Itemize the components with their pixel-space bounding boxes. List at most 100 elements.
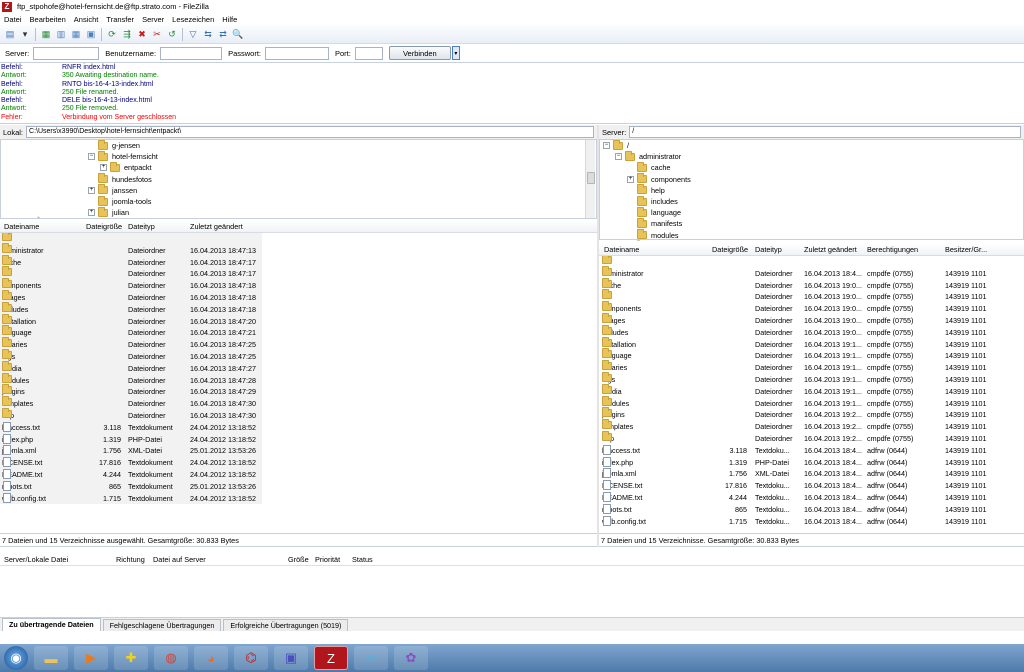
queue-tab-1[interactable]: Fehlgeschlagene Übertragungen <box>102 619 222 631</box>
start-button-icon[interactable]: ◉ <box>4 646 28 670</box>
pane-splitter[interactable] <box>597 125 599 547</box>
file-row[interactable]: index.php 1.319 PHP-Datei 16.04.2013 18:4..… <box>599 456 1014 469</box>
tree-item-julian[interactable]: + julian <box>88 206 129 218</box>
folder-row[interactable]: tmp Dateiordner 16.04.2013 18:47:30 <box>0 408 262 422</box>
expand-toggle-icon[interactable]: + <box>88 186 95 194</box>
local-tree-scrollbar[interactable] <box>585 140 595 218</box>
file-row[interactable]: joomla.xml 1.756 XML-Datei 25.01.2012 13:53… <box>0 445 262 458</box>
host-input[interactable] <box>33 46 100 60</box>
tree-item-components[interactable]: + components <box>627 173 691 185</box>
file-row[interactable]: LICENSE.txt 17.816 Textdokument 24.04.2012 … <box>0 457 262 469</box>
menu-server[interactable]: Server <box>138 15 168 24</box>
media-player-icon[interactable]: ▶ <box>74 646 108 670</box>
folder-row[interactable]: language Dateiordner 16.04.2013 19:1... cmp… <box>599 348 1014 362</box>
folder-row[interactable]: libraries Dateiordner 16.04.2013 19:1... cm… <box>599 360 1014 374</box>
queue-column-2[interactable]: Datei auf Server <box>153 555 206 564</box>
notepad-icon[interactable]: ▱ <box>354 646 388 670</box>
queue-tab-0[interactable]: Zu übertragende Dateien <box>2 618 101 631</box>
filter-icon[interactable]: ▽ <box>186 27 200 41</box>
folder-row[interactable]: .. <box>0 233 262 245</box>
folder-row[interactable]: cacheDateiordner16.04.2013 18:47:17 <box>0 254 262 269</box>
tree-item-gjensen[interactable]: g-jensen <box>88 140 140 151</box>
folder-row[interactable]: cliDateiordner16.04.2013 19:0...cmpdfe (… <box>599 289 1014 303</box>
folder-row[interactable]: language Dateiordner 16.04.2013 18:47:21 <box>0 325 262 340</box>
tree-item-administrator[interactable]: − administrator <box>615 150 681 162</box>
local-path-input[interactable]: C:\Users\x3990\Desktop\hotel-fernsicht\e… <box>26 126 594 138</box>
folder-row[interactable]: logsDateiordner16.04.2013 18:47:25 <box>0 349 262 363</box>
expand-toggle-icon[interactable]: − <box>615 153 622 161</box>
folder-row[interactable]: libraries Dateiordner 16.04.2013 18:47:25 <box>0 337 262 351</box>
folder-row[interactable]: installation Dateiordner 16.04.2013 18:47:… <box>0 313 262 328</box>
folder-row[interactable]: plugins Dateiordner 16.04.2013 19:2... cmpd… <box>599 407 1014 421</box>
folder-row[interactable]: modules Dateiordner 16.04.2013 18:47:28 <box>0 372 262 387</box>
tree-item-help[interactable]: help <box>627 184 665 196</box>
queue-column-4[interactable]: Priorität <box>315 555 340 564</box>
file-row[interactable]: LICENSE.txt 17.816 Textdoku... 16.04.2013 1… <box>599 480 1014 492</box>
file-row[interactable]: robots.txt 865 Textdoku... 16.04.2013 18:4.… <box>599 503 1014 516</box>
toggle-local-tree-icon[interactable]: ▥ <box>54 27 68 41</box>
disconnect-icon[interactable]: ✂ <box>150 27 164 41</box>
compare-icon[interactable]: ⇆ <box>201 27 215 41</box>
sync-browse-icon[interactable]: ⇄ <box>216 27 230 41</box>
expand-toggle-icon[interactable]: + <box>100 164 107 172</box>
refresh-icon[interactable]: ⟳ <box>105 27 119 41</box>
expand-toggle-icon[interactable]: − <box>88 153 95 161</box>
column-header-1[interactable]: Dateigröße <box>86 222 122 231</box>
folder-row[interactable]: modules Dateiordner 16.04.2013 19:1... cmpd… <box>599 395 1014 410</box>
column-header-5[interactable]: Besitzer/Gr... <box>945 245 987 254</box>
file-row[interactable]: README.txt 4.244 Textdoku... 16.04.2013 18:… <box>599 492 1014 504</box>
file-row[interactable]: robots.txt 865 Textdokument 25.01.2012 13:5… <box>0 480 262 493</box>
explorer-icon[interactable]: ▬ <box>34 646 68 670</box>
filezilla-icon[interactable]: Z <box>314 646 348 670</box>
folder-row[interactable]: cacheDateiordner16.04.2013 19:0...cmpdfe… <box>599 277 1014 292</box>
menu-bearbeiten[interactable]: Bearbeiten <box>26 15 70 24</box>
column-header-4[interactable]: Berechtigungen <box>867 245 918 254</box>
password-input[interactable] <box>265 46 329 60</box>
folder-row[interactable]: includes Dateiordner 16.04.2013 18:47:18 <box>0 301 262 316</box>
column-header-0[interactable]: Dateiname <box>4 222 39 231</box>
folder-row[interactable]: components Dateiordner 16.04.2013 19:0... c… <box>599 301 1014 315</box>
username-input[interactable] <box>160 46 223 60</box>
tree-item-janssen[interactable]: + janssen <box>88 184 137 196</box>
expand-toggle-icon[interactable]: + <box>627 175 634 183</box>
tree-item-hundesfotos[interactable]: hundesfotos <box>88 173 152 185</box>
cancel-icon[interactable]: ✖ <box>135 27 149 41</box>
queue-column-1[interactable]: Richtung <box>116 555 145 564</box>
file-row[interactable]: joomla.xml 1.756 XML-Datei 16.04.2013 18:4.… <box>599 468 1014 480</box>
expand-toggle-icon[interactable]: + <box>88 209 95 217</box>
folder-row[interactable]: images Dateiordner 16.04.2013 18:47:18 <box>0 290 262 304</box>
tree-item-language[interactable]: language <box>627 206 681 218</box>
file-row[interactable]: htaccess.txt 3.118 Textdokument 24.04.2012 … <box>0 421 262 434</box>
file-row[interactable]: web.config.txt 1.715 Textdoku... 16.04.2013… <box>599 515 1014 528</box>
file-row[interactable]: web.config.txt 1.715 Textdokument 24.04.201… <box>0 492 262 505</box>
folder-row[interactable]: mediaDateiordner16.04.2013 19:1...cmpdfe… <box>599 383 1014 398</box>
file-row[interactable]: index.php 1.319 PHP-Datei 24.04.2012 13:18:… <box>0 433 262 446</box>
save-disk-icon[interactable]: ▣ <box>274 646 308 670</box>
expand-toggle-icon[interactable]: − <box>603 142 610 149</box>
queue-column-0[interactable]: Server/Lokale Datei <box>4 555 68 564</box>
folder-row[interactable]: administrator Dateiordner 16.04.2013 18:47… <box>0 242 262 257</box>
tree-item-cache[interactable]: cache <box>627 161 670 173</box>
quickconnect-dropdown-icon[interactable]: ▾ <box>451 46 460 60</box>
tree-item-entpackt[interactable]: + entpackt <box>100 161 152 173</box>
search-icon[interactable]: 🔍 <box>231 27 245 41</box>
folder-row[interactable]: logsDateiordner16.04.2013 19:1...cmpdfe … <box>599 372 1014 386</box>
tree-item-modules[interactable]: modules <box>627 229 679 239</box>
toggle-log-icon[interactable]: ▦ <box>39 27 53 41</box>
menu-lesezeichen[interactable]: Lesezeichen <box>168 15 218 24</box>
site-manager-icon[interactable]: ▤ <box>3 27 17 41</box>
picasa-icon[interactable]: ✿ <box>394 646 428 670</box>
toggle-queue-icon[interactable]: ▣ <box>84 27 98 41</box>
process-queue-icon[interactable]: ⇶ <box>120 27 134 41</box>
toggle-remote-tree-icon[interactable]: ▦ <box>69 27 83 41</box>
menu-hilfe[interactable]: Hilfe <box>218 15 241 24</box>
tree-item-joomlatools[interactable]: joomla-tools <box>88 195 151 207</box>
menu-transfer[interactable]: Transfer <box>102 15 138 24</box>
folder-row[interactable]: templates Dateiordner 16.04.2013 19:2... cm… <box>599 419 1014 433</box>
tree-item-[interactable]: − / <box>603 140 629 151</box>
folder-row[interactable]: mediaDateiordner16.04.2013 18:47:27 <box>0 360 262 375</box>
remote-path-input[interactable]: / <box>629 126 1021 138</box>
column-header-3[interactable]: Zuletzt geändert <box>190 222 243 231</box>
folder-row[interactable]: administrator Dateiordner 16.04.2013 18:4.… <box>599 265 1014 280</box>
reconnect-icon[interactable]: ↺ <box>165 27 179 41</box>
